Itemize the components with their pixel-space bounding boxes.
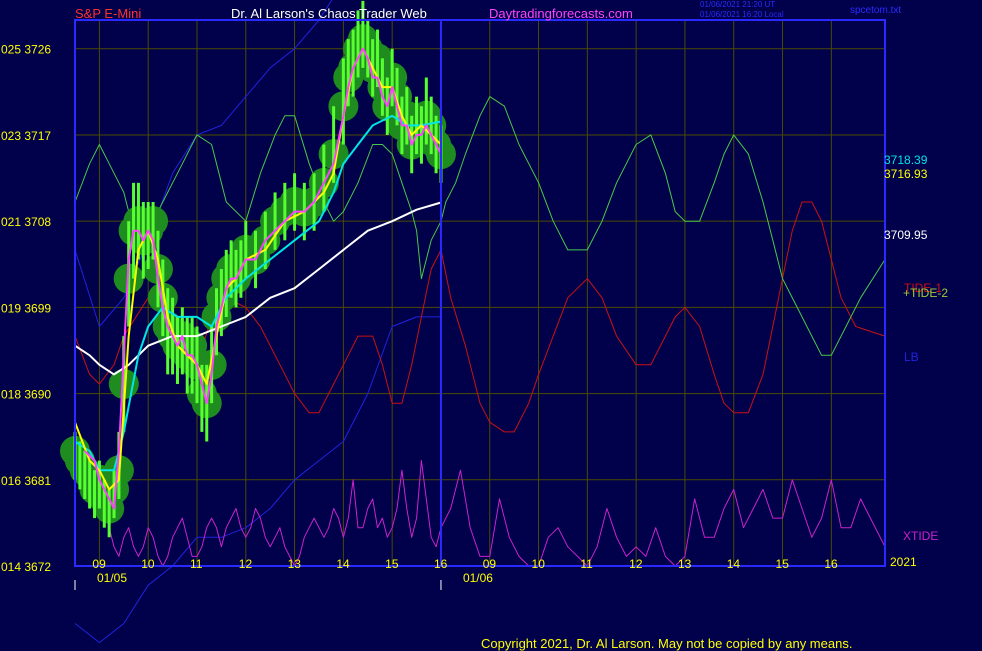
x-tick-label: 12 [239,557,253,571]
last-value-ema-mid: 3718.39 [884,153,928,167]
instrument-title: S&P E-Mini [75,6,142,21]
tide2-label: +TIDE-2 [903,286,948,300]
x-tick-label: 09 [483,557,497,571]
xtide-label: XTIDE [903,529,938,543]
chart-grid [75,20,885,567]
chart-series [60,0,886,644]
x-tick-label: 10 [532,557,546,571]
x-tick-label: 13 [288,557,302,571]
copyright-text: Copyright 2021, Dr. Al Larson. May not b… [481,636,853,651]
x-tick-label: 13 [678,557,692,571]
lb-label: LB [904,350,919,364]
year-label: 2021 [890,555,917,569]
date-label: 01/06 [463,571,493,585]
y-tick-label: 021 3708 [1,215,51,229]
y-tick-label: 016 3681 [1,474,51,488]
x-tick-label: 14 [727,557,741,571]
last-value-ema-slow: 3709.95 [884,228,928,242]
x-tick-label: 14 [336,557,350,571]
timestamp-local: 01/06/2021 16:20 Local [700,10,784,19]
y-tick-label: 014 3672 [1,560,51,574]
y-tick-label: 018 3690 [1,388,51,402]
x-tick-label: 15 [776,557,790,571]
y-tick-label: 023 3717 [1,129,51,143]
site-link[interactable]: Daytradingforecasts.com [489,6,633,21]
x-tick-label: 10 [141,557,155,571]
x-tick-label: 12 [629,557,643,571]
y-tick-label: 025 3726 [1,43,51,57]
x-tick-label: 11 [190,557,203,571]
y-tick-label: 019 3699 [1,301,51,315]
chart-axes: 014 3672 016 3681 018 3690 019 3699 021 3708… [1,43,948,590]
author-title: Dr. Al Larson's Chaos Trader Web [231,6,427,21]
x-tick-label: 16 [824,557,838,571]
data-file-label: spcetom.txt [850,5,902,16]
x-tick-label: 09 [92,557,106,571]
x-tick-label: 11 [580,557,593,571]
x-tick-label: 16 [434,557,448,571]
timestamp-ut: 01/06/2021 21:20 UT [700,0,776,9]
price-chart: 014 3672 016 3681 018 3690 019 3699 021 3708… [1,0,948,644]
date-label: 01/05 [97,571,127,585]
x-tick-label: 15 [385,557,399,571]
last-value-ema-fast: 3716.93 [884,167,928,181]
